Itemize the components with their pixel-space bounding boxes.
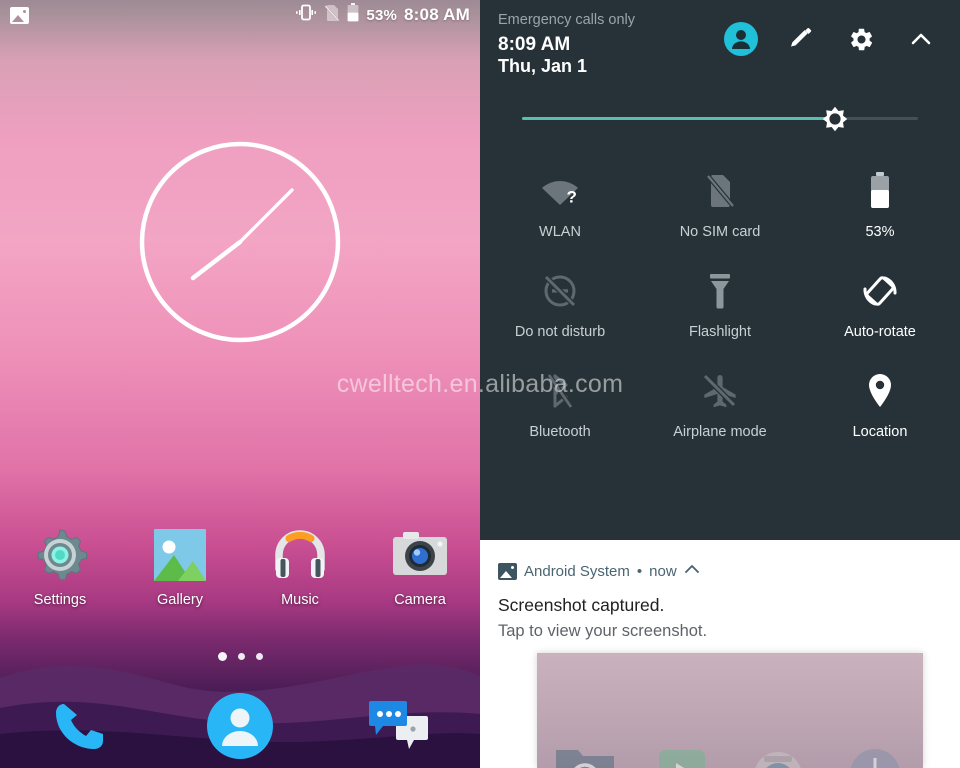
location-pin-icon (865, 370, 895, 412)
home-app-row: Settings Gallery Music Camera (0, 525, 480, 608)
pencil-edit-icon[interactable] (784, 22, 818, 56)
status-bar: 53% 8:08 AM (0, 0, 480, 30)
page-dot-3[interactable] (255, 653, 263, 660)
dual-phone-screenshot: 53% 8:08 AM Settings Gallery Music Camer… (0, 0, 960, 768)
dock-contacts[interactable] (160, 690, 320, 767)
tile-label-do-not-disturb: Do not disturb (514, 323, 606, 340)
battery-icon (347, 3, 359, 27)
carrier-label: Emergency calls only (498, 12, 635, 28)
tile-label-airplane-mode: Airplane mode (673, 423, 767, 440)
home-dock (0, 688, 480, 768)
notification-header[interactable]: Android System • now (480, 540, 960, 581)
svg-text:?: ? (567, 187, 577, 206)
status-bar-left (10, 6, 29, 24)
thumbnail-files-icon (537, 736, 634, 768)
tile-battery[interactable]: 53% (800, 154, 960, 254)
app-music[interactable]: Music (240, 525, 360, 608)
dock-messages[interactable] (320, 698, 480, 759)
status-bar-clock: 8:08 AM (404, 5, 470, 24)
dock-phone[interactable] (0, 696, 160, 761)
phone-handset-icon (50, 696, 110, 761)
tile-label-auto-rotate: Auto-rotate (844, 323, 916, 340)
app-camera[interactable]: Camera (360, 525, 480, 608)
quick-settings-row-3: Bluetooth Airplane mode Location (480, 354, 960, 454)
app-label-music: Music (281, 592, 319, 608)
thumbnail-clock-icon (827, 736, 924, 768)
page-dot-2[interactable] (237, 653, 245, 660)
screenshot-preview-thumbnail[interactable] (537, 653, 923, 768)
quick-settings-date: Thu, Jan 1 (498, 56, 588, 77)
notification-time: now (649, 563, 677, 580)
tile-label-wlan: WLAN (539, 223, 581, 240)
thumbnail-play-icon (634, 736, 731, 768)
music-headphones-icon (270, 525, 330, 585)
brightness-sun-icon[interactable] (819, 103, 851, 135)
app-gallery[interactable]: Gallery (120, 525, 240, 608)
tile-label-location: Location (852, 423, 908, 440)
quick-settings-row-1: ? WLAN No SIM card 53% (480, 154, 960, 254)
tile-no-sim-card[interactable]: No SIM card (640, 154, 800, 254)
contacts-person-icon (204, 690, 276, 767)
notification-title: Screenshot captured. (498, 595, 665, 615)
tile-do-not-disturb[interactable]: Do not disturb (480, 254, 640, 354)
quick-settings-header: Emergency calls only 8:09 AM Thu, Jan 1 (480, 0, 960, 78)
sim-card-off-icon (705, 170, 735, 212)
page-indicator (0, 652, 480, 661)
tile-label-flashlight: Flashlight (688, 323, 752, 340)
quick-settings-header-info: Emergency calls only 8:09 AM Thu, Jan 1 (498, 10, 635, 78)
chevron-up-icon[interactable] (684, 562, 700, 581)
vibrate-icon (295, 4, 317, 26)
thumbnail-downloads-icon (730, 736, 827, 768)
flashlight-icon (707, 270, 733, 312)
left-phone-home-screen: 53% 8:08 AM Settings Gallery Music Camer… (0, 0, 480, 768)
battery-percent-label: 53% (366, 6, 398, 24)
camera-icon (390, 525, 450, 585)
brightness-slider[interactable] (522, 102, 918, 136)
notification-body: Tap to view your screenshot. (498, 622, 708, 640)
brightness-fill (522, 117, 835, 121)
image-icon (10, 6, 29, 24)
notification-app-name: Android System (524, 563, 630, 580)
quick-settings-time: 8:09 AM (498, 34, 571, 55)
gear-settings-icon[interactable] (844, 22, 878, 56)
bluetooth-off-icon (546, 370, 574, 412)
messages-bubble-icon (368, 698, 432, 759)
settings-gear-icon (30, 525, 90, 585)
tile-wlan[interactable]: ? WLAN (480, 154, 640, 254)
battery-icon (869, 170, 891, 212)
image-icon (498, 563, 517, 580)
chevron-up-icon[interactable] (904, 22, 938, 56)
tile-bluetooth[interactable]: Bluetooth (480, 354, 640, 454)
app-label-settings: Settings (33, 592, 87, 608)
do-not-disturb-icon (542, 270, 578, 312)
app-label-camera: Camera (394, 592, 446, 608)
notification-panel: Android System • now Screenshot captured… (480, 540, 960, 768)
tile-auto-rotate[interactable]: Auto-rotate (800, 254, 960, 354)
right-phone-quick-settings: Emergency calls only 8:09 AM Thu, Jan 1 (480, 0, 960, 768)
airplane-off-icon (701, 370, 739, 412)
auto-rotate-icon (861, 270, 899, 312)
page-dot-1[interactable] (217, 652, 227, 661)
tile-location[interactable]: Location (800, 354, 960, 454)
quick-settings-tiles: ? WLAN No SIM card 53% Do not disturb Fl… (480, 154, 960, 454)
tile-flashlight[interactable]: Flashlight (640, 254, 800, 354)
thumbnail-app-icons (537, 736, 923, 768)
tile-label-bluetooth: Bluetooth (529, 423, 591, 440)
app-label-gallery: Gallery (157, 592, 203, 608)
tile-label-no-sim-card: No SIM card (679, 223, 761, 240)
app-settings[interactable]: Settings (0, 525, 120, 608)
status-bar-right: 53% 8:08 AM (295, 3, 470, 27)
quick-settings-header-actions (724, 10, 946, 78)
tile-airplane-mode[interactable]: Airplane mode (640, 354, 800, 454)
tile-label-battery: 53% (865, 223, 895, 240)
wifi-question-icon: ? (540, 170, 580, 212)
sim-card-off-icon (324, 4, 340, 27)
notification-separator: • (636, 563, 643, 580)
quick-settings-row-2: Do not disturb Flashlight Auto-rotate (480, 254, 960, 354)
user-avatar-icon[interactable] (724, 22, 758, 56)
gallery-photo-icon (150, 525, 210, 585)
analog-clock-widget[interactable] (136, 138, 344, 346)
